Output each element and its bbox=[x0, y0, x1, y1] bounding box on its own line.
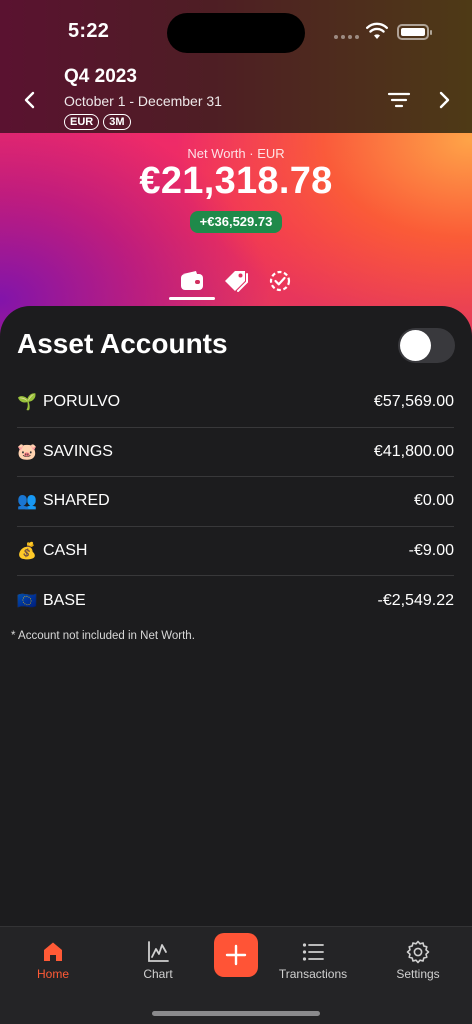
active-tab-indicator bbox=[169, 297, 215, 300]
pig-icon: 🐷 bbox=[17, 443, 37, 461]
net-worth-change-badge: +€36,529.73 bbox=[190, 211, 282, 233]
signal-icon bbox=[334, 35, 359, 39]
accounts-panel: Asset Accounts 🌱 PORULVO €57,569.00 🐷 SA… bbox=[0, 306, 472, 926]
app-root: 5:22 Q4 2023 October 1 - December 31 EUR… bbox=[0, 0, 472, 1024]
account-name: SHARED bbox=[43, 492, 110, 510]
tab-settings[interactable]: Settings bbox=[368, 927, 468, 987]
account-balance: €41,800.00 bbox=[373, 442, 454, 460]
wifi-icon bbox=[366, 22, 388, 39]
add-transaction-button[interactable] bbox=[214, 933, 258, 977]
account-name: CASH bbox=[43, 541, 88, 559]
net-worth-label: Net Worth · EUR bbox=[187, 146, 285, 161]
tab-budgets[interactable] bbox=[258, 264, 302, 298]
view-tabs bbox=[0, 264, 472, 304]
net-worth-footnote: * Account not included in Net Worth. bbox=[11, 630, 195, 642]
account-row-base[interactable]: 🇪🇺 BASE -€2,549.22 bbox=[17, 576, 454, 626]
account-balance: -€2,549.22 bbox=[377, 591, 454, 609]
dashed-check-circle-icon bbox=[269, 270, 291, 292]
home-indicator bbox=[152, 1011, 320, 1016]
account-row-shared[interactable]: 👥 SHARED €0.00 bbox=[17, 477, 454, 527]
account-name: SAVINGS bbox=[43, 442, 113, 460]
tab-transactions[interactable]: Transactions bbox=[263, 927, 363, 987]
period-chips: EUR 3M bbox=[64, 114, 131, 130]
eu-flag-icon: 🇪🇺 bbox=[17, 592, 37, 610]
tags-icon bbox=[225, 271, 248, 292]
account-balance: -€9.00 bbox=[408, 541, 454, 559]
seedling-icon: 🌱 bbox=[17, 394, 37, 412]
gear-icon bbox=[406, 940, 430, 964]
account-name: PORULVO bbox=[43, 393, 121, 411]
home-icon bbox=[44, 942, 62, 961]
plus-icon bbox=[225, 944, 247, 966]
chevron-left-icon[interactable] bbox=[20, 90, 40, 110]
wallet-icon bbox=[181, 271, 203, 290]
battery-icon bbox=[397, 24, 432, 40]
account-balance: €57,569.00 bbox=[373, 393, 454, 411]
toggle-knob bbox=[400, 330, 431, 361]
tab-home[interactable]: Home bbox=[3, 927, 103, 987]
filter-icon[interactable] bbox=[387, 90, 411, 110]
period-title[interactable]: Q4 2023 bbox=[64, 66, 137, 88]
period-range: October 1 - December 31 bbox=[64, 93, 222, 109]
account-balance: €0.00 bbox=[413, 492, 454, 510]
bottom-tab-bar: Home Chart Transactions Settings bbox=[0, 926, 472, 1024]
tab-chart-label: Chart bbox=[143, 967, 173, 981]
chevron-right-icon[interactable] bbox=[434, 90, 454, 110]
interval-chip: 3M bbox=[103, 114, 131, 130]
tab-chart[interactable]: Chart bbox=[108, 927, 208, 987]
net-worth-value: €21,318.78 bbox=[139, 160, 333, 202]
section-title: Asset Accounts bbox=[17, 328, 228, 359]
account-row-savings[interactable]: 🐷 SAVINGS €41,800.00 bbox=[17, 428, 454, 477]
account-row-cash[interactable]: 💰 CASH -€9.00 bbox=[17, 527, 454, 576]
account-row-porulvo[interactable]: 🌱 PORULVO €57,569.00 bbox=[17, 378, 454, 428]
account-name: BASE bbox=[43, 591, 86, 609]
tab-accounts[interactable] bbox=[170, 264, 214, 298]
dynamic-island bbox=[167, 13, 305, 53]
status-time: 5:22 bbox=[68, 20, 110, 42]
show-hidden-accounts-toggle[interactable] bbox=[398, 328, 455, 363]
tab-home-label: Home bbox=[36, 967, 69, 981]
currency-chip: EUR bbox=[64, 114, 100, 130]
list-icon bbox=[302, 943, 324, 961]
tab-transactions-label: Transactions bbox=[278, 967, 348, 981]
account-list: 🌱 PORULVO €57,569.00 🐷 SAVINGS €41,800.0… bbox=[17, 378, 454, 626]
people-icon: 👥 bbox=[17, 493, 37, 511]
chart-icon bbox=[148, 941, 169, 962]
money-bag-icon: 💰 bbox=[17, 542, 37, 560]
tab-settings-label: Settings bbox=[396, 967, 440, 981]
tab-categories[interactable] bbox=[214, 264, 258, 298]
